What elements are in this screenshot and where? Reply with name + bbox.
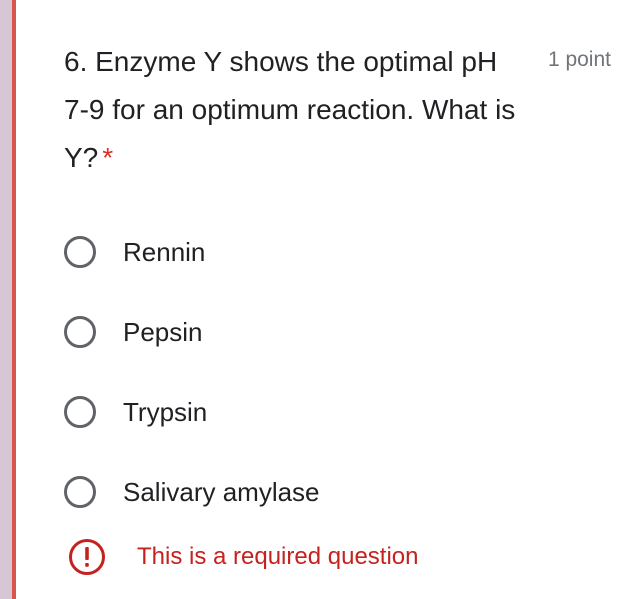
alert-circle-icon — [69, 539, 105, 575]
option-salivary-amylase[interactable]: Salivary amylase — [64, 470, 320, 514]
option-label: Rennin — [123, 236, 206, 267]
radio-button[interactable] — [64, 396, 96, 428]
option-label: Trypsin — [123, 396, 208, 427]
required-asterisk: * — [102, 142, 114, 173]
question-text: 6. Enzyme Y shows the optimal pH 7-9 for… — [64, 46, 516, 173]
option-pepsin[interactable]: Pepsin — [64, 310, 203, 354]
radio-button[interactable] — [64, 236, 96, 268]
radio-button[interactable] — [64, 476, 96, 508]
radio-button[interactable] — [64, 316, 96, 348]
error-message: This is a required question — [137, 543, 419, 570]
option-rennin[interactable]: Rennin — [64, 230, 205, 274]
page-background-strip — [0, 0, 12, 599]
question-card: 6. Enzyme Y shows the optimal pH 7-9 for… — [16, 0, 631, 599]
question-title: 6. Enzyme Y shows the optimal pH 7-9 for… — [64, 38, 524, 182]
points-label: 1 point — [547, 48, 611, 71]
option-trypsin[interactable]: Trypsin — [64, 390, 207, 434]
option-label: Salivary amylase — [123, 476, 320, 507]
option-label: Pepsin — [123, 316, 203, 347]
validation-error: This is a required question — [68, 538, 418, 576]
